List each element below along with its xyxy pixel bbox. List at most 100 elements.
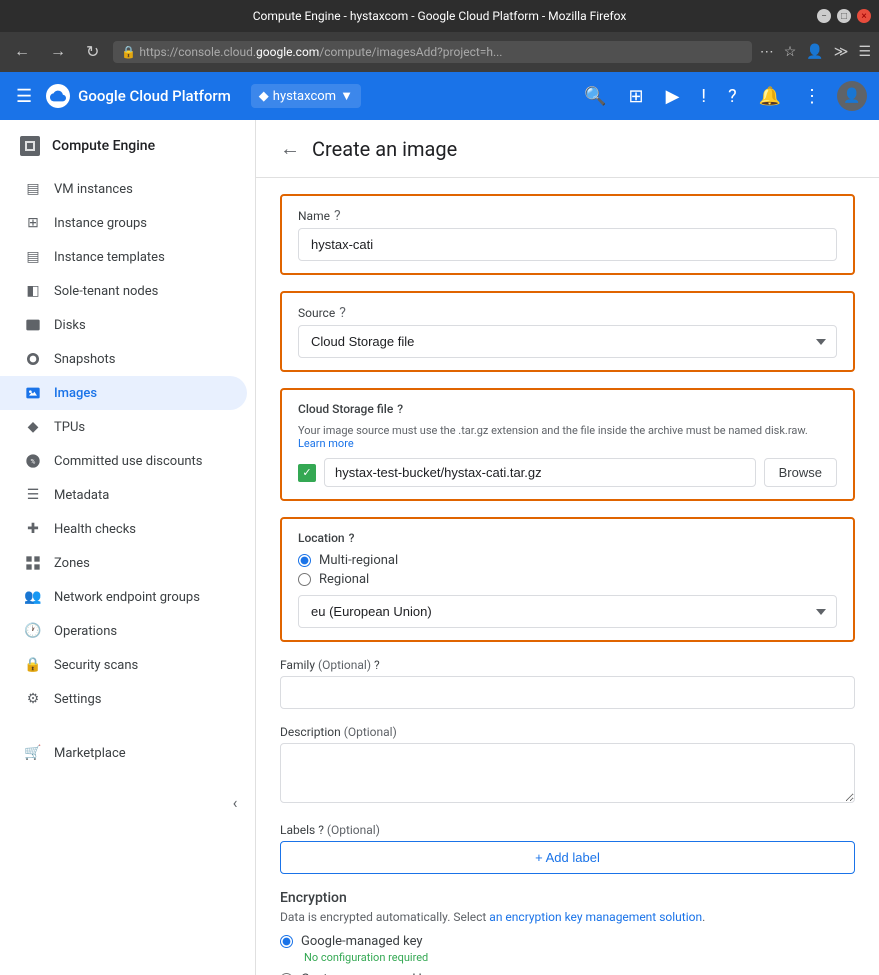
project-selector[interactable]: ◆ hystaxcom ▼ bbox=[251, 84, 361, 108]
vm-instances-icon: ▤ bbox=[24, 180, 42, 198]
disks-icon bbox=[24, 316, 42, 334]
source-select[interactable]: Cloud Storage file Snapshot Disk Image bbox=[298, 325, 837, 358]
sidebar: Compute Engine ▤ VM instances ⊞ Instance… bbox=[0, 120, 256, 975]
support-icon[interactable]: ! bbox=[695, 82, 712, 111]
encryption-link[interactable]: an encryption key management solution bbox=[489, 910, 702, 924]
forward-nav-button[interactable]: → bbox=[44, 41, 72, 63]
description-optional-text: (Optional) bbox=[344, 725, 397, 739]
images-icon bbox=[24, 384, 42, 402]
family-label: Family (Optional) ? bbox=[280, 658, 855, 672]
location-dropdown[interactable]: eu (European Union) us (United States) a… bbox=[298, 595, 837, 628]
project-name: hystaxcom bbox=[273, 89, 336, 104]
main-content: ← Create an image Name ? Source ? bbox=[256, 120, 879, 975]
menu-nav-icon[interactable]: ☰ bbox=[858, 44, 871, 60]
sidebar-item-settings[interactable]: ⚙ Settings bbox=[0, 682, 247, 716]
sidebar-item-tpus[interactable]: ◆ TPUs bbox=[0, 410, 247, 444]
learn-more-link[interactable]: Learn more bbox=[298, 437, 354, 450]
sidebar-item-disks[interactable]: Disks bbox=[0, 308, 247, 342]
url-bar[interactable]: 🔒 https://console.cloud.google.com/compu… bbox=[113, 41, 751, 63]
bell-icon[interactable]: 🔔 bbox=[753, 82, 787, 111]
help-icon[interactable]: ? bbox=[722, 82, 743, 111]
regional-label: Regional bbox=[319, 572, 369, 587]
back-button[interactable]: ← bbox=[280, 136, 300, 161]
family-optional-text: (Optional) bbox=[318, 658, 371, 672]
sidebar-item-metadata[interactable]: ☰ Metadata bbox=[0, 478, 247, 512]
hamburger-menu-icon[interactable]: ☰ bbox=[12, 82, 36, 111]
file-path-input[interactable] bbox=[324, 458, 756, 487]
profile-icon[interactable]: 👤 bbox=[806, 44, 823, 60]
sidebar-item-label: Committed use discounts bbox=[54, 454, 203, 469]
url-domain: google.com bbox=[256, 45, 319, 59]
location-section: Location ? Multi-regional Regional bbox=[280, 517, 855, 642]
bookmark-icon[interactable]: ☆ bbox=[784, 44, 797, 60]
sidebar-item-label: TPUs bbox=[54, 420, 85, 435]
search-icon[interactable]: 🔍 bbox=[578, 82, 612, 111]
app-name: Google Cloud Platform bbox=[78, 87, 231, 105]
sidebar-item-label: Snapshots bbox=[54, 352, 116, 367]
labels-optional-text: (Optional) bbox=[327, 823, 380, 837]
source-label: Source ? bbox=[298, 305, 837, 321]
name-help-icon[interactable]: ? bbox=[334, 208, 341, 224]
sidebar-item-security-scans[interactable]: 🔒 Security scans bbox=[0, 648, 247, 682]
maximize-button[interactable]: □ bbox=[837, 9, 851, 23]
more-options-icon[interactable]: ⋮ bbox=[797, 82, 827, 111]
source-help-icon[interactable]: ? bbox=[339, 305, 346, 321]
sidebar-item-network-endpoint[interactable]: 👥 Network endpoint groups bbox=[0, 580, 247, 614]
collapse-sidebar-button[interactable]: ‹ bbox=[223, 790, 247, 814]
tpus-icon: ◆ bbox=[24, 418, 42, 436]
family-input[interactable] bbox=[280, 676, 855, 709]
location-radio-group: Multi-regional Regional bbox=[282, 549, 853, 595]
multiregional-option[interactable]: Multi-regional bbox=[298, 553, 837, 568]
sidebar-item-health-checks[interactable]: ✚ Health checks bbox=[0, 512, 247, 546]
sidebar-item-snapshots[interactable]: Snapshots bbox=[0, 342, 247, 376]
sidebar-item-marketplace[interactable]: 🛒 Marketplace bbox=[0, 736, 247, 770]
cloud-storage-help-icon[interactable]: ? bbox=[397, 402, 403, 416]
user-avatar[interactable]: 👤 bbox=[837, 81, 867, 111]
titlebar: Compute Engine - hystaxcom - Google Clou… bbox=[0, 0, 879, 32]
description-textarea[interactable] bbox=[280, 743, 855, 803]
encryption-note: Data is encrypted automatically. Select … bbox=[280, 910, 855, 924]
sidebar-item-instance-templates[interactable]: ▤ Instance templates bbox=[0, 240, 247, 274]
form-body: Name ? Source ? Cloud Storage file Snaps… bbox=[256, 178, 879, 975]
operations-icon: 🕐 bbox=[24, 622, 42, 640]
cloud-storage-label: Cloud Storage file ? bbox=[282, 390, 853, 420]
sidebar-item-vm-instances[interactable]: ▤ VM instances bbox=[0, 172, 247, 206]
regional-radio[interactable] bbox=[298, 573, 311, 586]
google-managed-radio[interactable] bbox=[280, 935, 293, 948]
sidebar-item-zones[interactable]: Zones bbox=[0, 546, 247, 580]
cloud-shell-icon[interactable]: ▶ bbox=[660, 82, 686, 111]
sidebar-item-committed-use[interactable]: % Committed use discounts bbox=[0, 444, 247, 478]
sidebar-item-label: Images bbox=[54, 386, 97, 401]
sidebar-item-operations[interactable]: 🕐 Operations bbox=[0, 614, 247, 648]
minimize-button[interactable]: − bbox=[817, 9, 831, 23]
google-managed-label[interactable]: Google-managed key bbox=[280, 934, 855, 949]
family-help-icon[interactable]: ? bbox=[374, 658, 380, 672]
refresh-nav-button[interactable]: ↻ bbox=[80, 40, 105, 64]
google-managed-subnote: No configuration required bbox=[304, 951, 855, 964]
cloud-storage-note: Your image source must use the .tar.gz e… bbox=[282, 420, 853, 458]
security-scans-icon: 🔒 bbox=[24, 656, 42, 674]
sidebar-item-instance-groups[interactable]: ⊞ Instance groups bbox=[0, 206, 247, 240]
regional-option[interactable]: Regional bbox=[298, 572, 837, 587]
browse-button[interactable]: Browse bbox=[764, 458, 837, 487]
services-icon[interactable]: ⊞ bbox=[622, 82, 649, 111]
add-label-button[interactable]: + Add label bbox=[280, 841, 855, 874]
back-nav-button[interactable]: ← bbox=[8, 41, 36, 63]
labels-label: Labels ? (Optional) bbox=[280, 823, 855, 837]
sidebar-item-label: Zones bbox=[54, 556, 90, 571]
extensions-icon[interactable]: ⋯ bbox=[760, 44, 774, 60]
sidebar-item-label: Instance groups bbox=[54, 216, 147, 231]
more-nav-icon[interactable]: ≫ bbox=[834, 44, 849, 60]
name-input[interactable] bbox=[298, 228, 837, 261]
zones-icon bbox=[24, 554, 42, 572]
multiregional-radio[interactable] bbox=[298, 554, 311, 567]
location-help-icon[interactable]: ? bbox=[349, 531, 355, 545]
close-button[interactable]: × bbox=[857, 9, 871, 23]
window-controls: − □ × bbox=[817, 9, 871, 23]
sidebar-item-sole-tenant[interactable]: ◧ Sole-tenant nodes bbox=[0, 274, 247, 308]
google-managed-option: Google-managed key No configuration requ… bbox=[280, 934, 855, 964]
sidebar-item-images[interactable]: Images bbox=[0, 376, 247, 410]
cloud-logo-icon bbox=[46, 84, 70, 108]
labels-help-icon[interactable]: ? bbox=[318, 823, 324, 837]
description-section: Description (Optional) bbox=[280, 725, 855, 807]
